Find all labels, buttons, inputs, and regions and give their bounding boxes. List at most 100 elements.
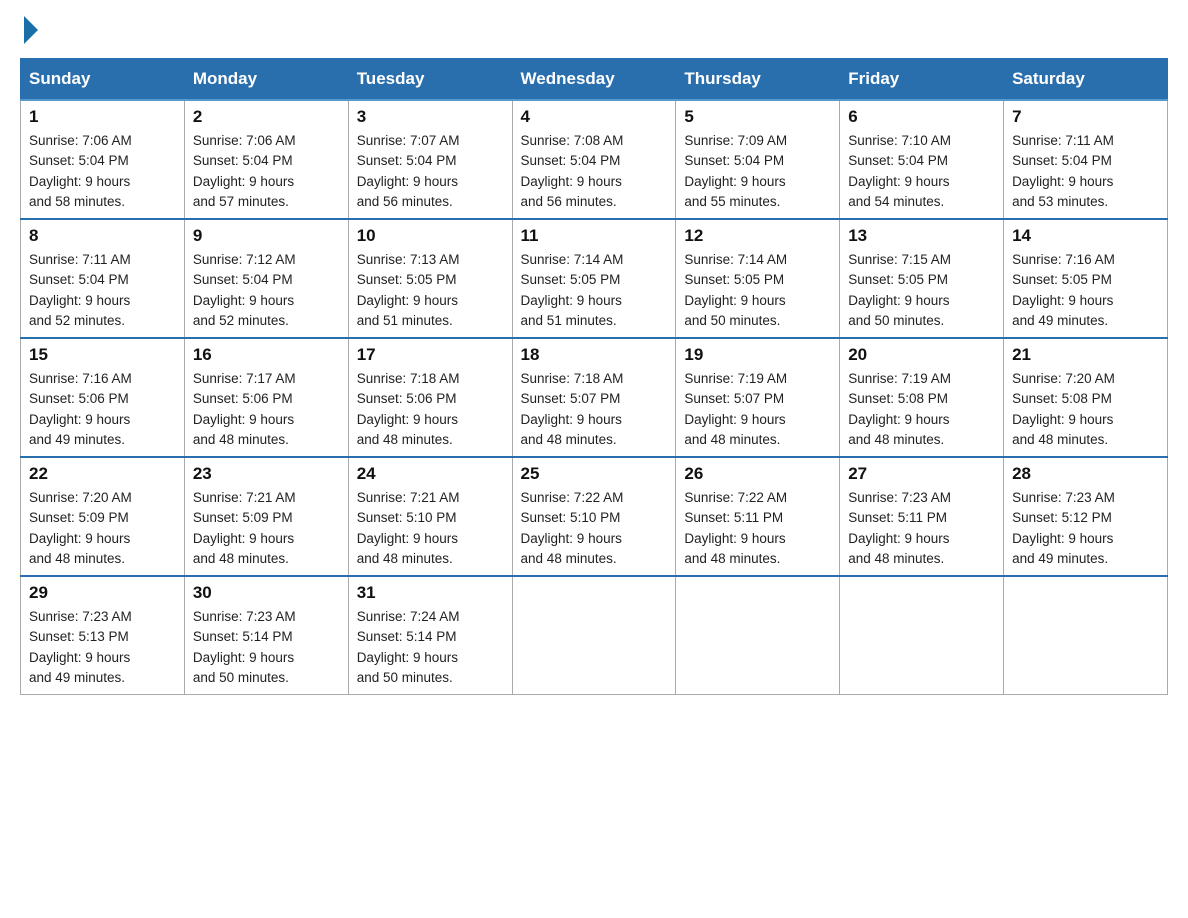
calendar-cell: 4 Sunrise: 7:08 AMSunset: 5:04 PMDayligh…	[512, 100, 676, 219]
day-info: Sunrise: 7:10 AMSunset: 5:04 PMDaylight:…	[848, 131, 995, 212]
col-header-saturday: Saturday	[1004, 59, 1168, 101]
calendar-cell: 29 Sunrise: 7:23 AMSunset: 5:13 PMDaylig…	[21, 576, 185, 695]
calendar-cell: 10 Sunrise: 7:13 AMSunset: 5:05 PMDaylig…	[348, 219, 512, 338]
day-number: 2	[193, 107, 340, 127]
day-number: 9	[193, 226, 340, 246]
calendar-week-row: 29 Sunrise: 7:23 AMSunset: 5:13 PMDaylig…	[21, 576, 1168, 695]
day-number: 26	[684, 464, 831, 484]
logo	[20, 20, 38, 38]
day-info: Sunrise: 7:06 AMSunset: 5:04 PMDaylight:…	[193, 131, 340, 212]
calendar-cell: 1 Sunrise: 7:06 AMSunset: 5:04 PMDayligh…	[21, 100, 185, 219]
day-number: 21	[1012, 345, 1159, 365]
calendar-cell: 31 Sunrise: 7:24 AMSunset: 5:14 PMDaylig…	[348, 576, 512, 695]
day-number: 8	[29, 226, 176, 246]
calendar-cell: 24 Sunrise: 7:21 AMSunset: 5:10 PMDaylig…	[348, 457, 512, 576]
day-number: 15	[29, 345, 176, 365]
calendar-cell: 14 Sunrise: 7:16 AMSunset: 5:05 PMDaylig…	[1004, 219, 1168, 338]
calendar-cell: 5 Sunrise: 7:09 AMSunset: 5:04 PMDayligh…	[676, 100, 840, 219]
col-header-monday: Monday	[184, 59, 348, 101]
day-number: 30	[193, 583, 340, 603]
calendar-cell: 19 Sunrise: 7:19 AMSunset: 5:07 PMDaylig…	[676, 338, 840, 457]
day-number: 5	[684, 107, 831, 127]
day-number: 3	[357, 107, 504, 127]
calendar-cell: 12 Sunrise: 7:14 AMSunset: 5:05 PMDaylig…	[676, 219, 840, 338]
calendar-cell: 6 Sunrise: 7:10 AMSunset: 5:04 PMDayligh…	[840, 100, 1004, 219]
calendar-week-row: 15 Sunrise: 7:16 AMSunset: 5:06 PMDaylig…	[21, 338, 1168, 457]
day-info: Sunrise: 7:23 AMSunset: 5:14 PMDaylight:…	[193, 607, 340, 688]
day-info: Sunrise: 7:14 AMSunset: 5:05 PMDaylight:…	[684, 250, 831, 331]
day-info: Sunrise: 7:23 AMSunset: 5:13 PMDaylight:…	[29, 607, 176, 688]
day-info: Sunrise: 7:18 AMSunset: 5:07 PMDaylight:…	[521, 369, 668, 450]
day-info: Sunrise: 7:19 AMSunset: 5:07 PMDaylight:…	[684, 369, 831, 450]
calendar-cell: 20 Sunrise: 7:19 AMSunset: 5:08 PMDaylig…	[840, 338, 1004, 457]
day-number: 1	[29, 107, 176, 127]
day-number: 20	[848, 345, 995, 365]
day-number: 23	[193, 464, 340, 484]
day-info: Sunrise: 7:14 AMSunset: 5:05 PMDaylight:…	[521, 250, 668, 331]
day-number: 11	[521, 226, 668, 246]
calendar-cell: 11 Sunrise: 7:14 AMSunset: 5:05 PMDaylig…	[512, 219, 676, 338]
calendar-cell: 30 Sunrise: 7:23 AMSunset: 5:14 PMDaylig…	[184, 576, 348, 695]
calendar-cell: 21 Sunrise: 7:20 AMSunset: 5:08 PMDaylig…	[1004, 338, 1168, 457]
day-info: Sunrise: 7:22 AMSunset: 5:11 PMDaylight:…	[684, 488, 831, 569]
calendar-cell: 13 Sunrise: 7:15 AMSunset: 5:05 PMDaylig…	[840, 219, 1004, 338]
calendar-week-row: 22 Sunrise: 7:20 AMSunset: 5:09 PMDaylig…	[21, 457, 1168, 576]
calendar-cell: 23 Sunrise: 7:21 AMSunset: 5:09 PMDaylig…	[184, 457, 348, 576]
calendar-cell	[1004, 576, 1168, 695]
day-number: 16	[193, 345, 340, 365]
day-info: Sunrise: 7:24 AMSunset: 5:14 PMDaylight:…	[357, 607, 504, 688]
calendar-table: SundayMondayTuesdayWednesdayThursdayFrid…	[20, 58, 1168, 695]
calendar-week-row: 8 Sunrise: 7:11 AMSunset: 5:04 PMDayligh…	[21, 219, 1168, 338]
calendar-cell: 15 Sunrise: 7:16 AMSunset: 5:06 PMDaylig…	[21, 338, 185, 457]
day-info: Sunrise: 7:20 AMSunset: 5:08 PMDaylight:…	[1012, 369, 1159, 450]
day-info: Sunrise: 7:06 AMSunset: 5:04 PMDaylight:…	[29, 131, 176, 212]
day-number: 31	[357, 583, 504, 603]
day-number: 4	[521, 107, 668, 127]
day-info: Sunrise: 7:09 AMSunset: 5:04 PMDaylight:…	[684, 131, 831, 212]
day-info: Sunrise: 7:23 AMSunset: 5:11 PMDaylight:…	[848, 488, 995, 569]
day-number: 24	[357, 464, 504, 484]
col-header-sunday: Sunday	[21, 59, 185, 101]
day-info: Sunrise: 7:19 AMSunset: 5:08 PMDaylight:…	[848, 369, 995, 450]
calendar-cell: 3 Sunrise: 7:07 AMSunset: 5:04 PMDayligh…	[348, 100, 512, 219]
day-number: 27	[848, 464, 995, 484]
calendar-cell: 9 Sunrise: 7:12 AMSunset: 5:04 PMDayligh…	[184, 219, 348, 338]
day-info: Sunrise: 7:08 AMSunset: 5:04 PMDaylight:…	[521, 131, 668, 212]
page-header	[20, 20, 1168, 38]
calendar-header-row: SundayMondayTuesdayWednesdayThursdayFrid…	[21, 59, 1168, 101]
day-number: 14	[1012, 226, 1159, 246]
day-number: 19	[684, 345, 831, 365]
calendar-cell	[840, 576, 1004, 695]
day-info: Sunrise: 7:21 AMSunset: 5:09 PMDaylight:…	[193, 488, 340, 569]
day-info: Sunrise: 7:20 AMSunset: 5:09 PMDaylight:…	[29, 488, 176, 569]
logo-arrow-icon	[24, 16, 38, 44]
day-number: 25	[521, 464, 668, 484]
calendar-cell: 26 Sunrise: 7:22 AMSunset: 5:11 PMDaylig…	[676, 457, 840, 576]
day-number: 28	[1012, 464, 1159, 484]
col-header-thursday: Thursday	[676, 59, 840, 101]
day-info: Sunrise: 7:07 AMSunset: 5:04 PMDaylight:…	[357, 131, 504, 212]
day-info: Sunrise: 7:13 AMSunset: 5:05 PMDaylight:…	[357, 250, 504, 331]
day-number: 18	[521, 345, 668, 365]
day-info: Sunrise: 7:15 AMSunset: 5:05 PMDaylight:…	[848, 250, 995, 331]
calendar-cell: 28 Sunrise: 7:23 AMSunset: 5:12 PMDaylig…	[1004, 457, 1168, 576]
day-number: 22	[29, 464, 176, 484]
day-info: Sunrise: 7:11 AMSunset: 5:04 PMDaylight:…	[29, 250, 176, 331]
day-number: 7	[1012, 107, 1159, 127]
calendar-cell: 27 Sunrise: 7:23 AMSunset: 5:11 PMDaylig…	[840, 457, 1004, 576]
col-header-wednesday: Wednesday	[512, 59, 676, 101]
day-number: 10	[357, 226, 504, 246]
calendar-cell: 7 Sunrise: 7:11 AMSunset: 5:04 PMDayligh…	[1004, 100, 1168, 219]
day-number: 17	[357, 345, 504, 365]
day-number: 6	[848, 107, 995, 127]
calendar-cell: 25 Sunrise: 7:22 AMSunset: 5:10 PMDaylig…	[512, 457, 676, 576]
day-info: Sunrise: 7:22 AMSunset: 5:10 PMDaylight:…	[521, 488, 668, 569]
calendar-cell: 17 Sunrise: 7:18 AMSunset: 5:06 PMDaylig…	[348, 338, 512, 457]
day-info: Sunrise: 7:23 AMSunset: 5:12 PMDaylight:…	[1012, 488, 1159, 569]
col-header-tuesday: Tuesday	[348, 59, 512, 101]
calendar-week-row: 1 Sunrise: 7:06 AMSunset: 5:04 PMDayligh…	[21, 100, 1168, 219]
day-info: Sunrise: 7:11 AMSunset: 5:04 PMDaylight:…	[1012, 131, 1159, 212]
day-info: Sunrise: 7:17 AMSunset: 5:06 PMDaylight:…	[193, 369, 340, 450]
calendar-cell: 18 Sunrise: 7:18 AMSunset: 5:07 PMDaylig…	[512, 338, 676, 457]
calendar-cell	[676, 576, 840, 695]
